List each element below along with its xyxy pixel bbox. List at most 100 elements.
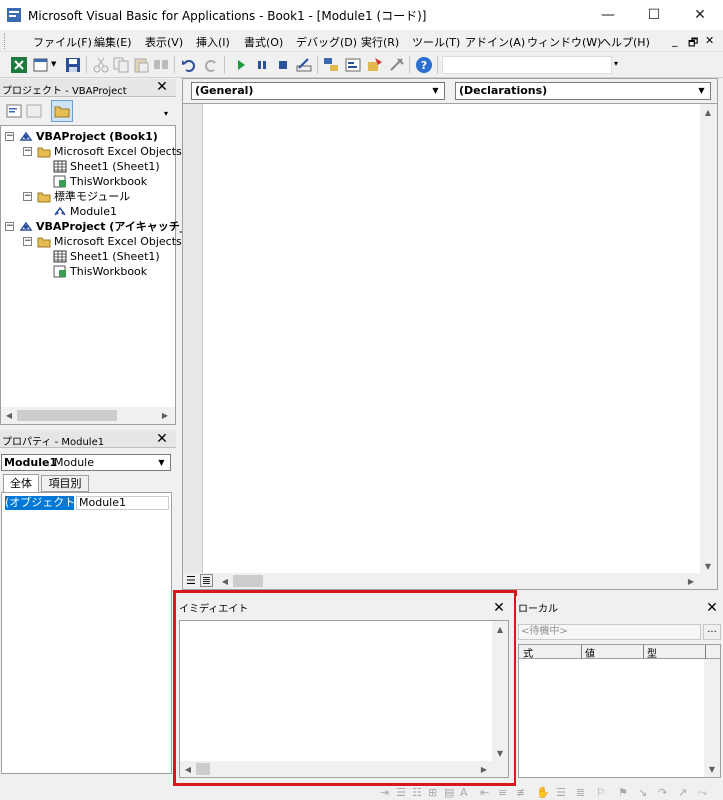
scroll-left-icon[interactable]: ◀ [1,407,17,423]
code-editor[interactable]: ▲ ▼ [183,103,717,574]
view-object-icon[interactable] [26,103,42,119]
tree-item[interactable]: Sheet1 (Sheet1) [70,159,160,174]
scroll-up-icon[interactable]: ▲ [700,104,716,120]
tab-alphabetic[interactable]: 全体 [3,474,39,492]
tree-item[interactable]: VBAProject (アイキャッチ_ [36,219,185,234]
project-hscrollbar[interactable]: ◀ ▶ [1,407,175,424]
column-value[interactable]: 値 [585,645,595,660]
find-icon[interactable] [152,56,170,74]
scroll-down-icon[interactable]: ▼ [704,761,720,777]
comment-icon[interactable]: ≡ [498,786,510,799]
paste-icon[interactable] [132,56,150,74]
tree-expander-icon[interactable]: − [23,147,32,156]
design-mode-icon[interactable] [295,56,313,74]
step-over-icon[interactable]: ↷ [658,786,670,799]
tree-item[interactable]: Microsoft Excel Objects [54,144,182,159]
menu-window[interactable]: ウィンドウ(W) [527,34,601,50]
view-code-icon[interactable] [6,103,22,119]
project-toolbar-more-icon[interactable]: ▾ [164,109,174,123]
break-icon[interactable] [253,56,271,74]
excel-icon[interactable] [10,56,28,74]
tree-expander-icon[interactable]: − [5,222,14,231]
properties-close-icon[interactable]: ✕ [154,431,170,447]
scroll-thumb[interactable] [17,410,117,421]
column-divider[interactable] [581,645,582,659]
tree-expander-icon[interactable]: − [23,192,32,201]
margin-indicator-bar[interactable] [183,104,203,574]
indent-icon[interactable]: ⇥ [380,786,392,799]
outdent-icon[interactable]: ⇤ [480,786,492,799]
column-divider[interactable] [643,645,644,659]
chevron-down-icon[interactable]: ▼ [428,83,443,98]
child-minimize-button[interactable]: _ [672,34,678,47]
redo-icon[interactable] [202,56,220,74]
scroll-right-icon[interactable]: ▶ [683,573,699,589]
tab-categorized[interactable]: 項目別 [41,475,89,492]
list-icon[interactable]: ☰ [396,786,408,799]
insert-module-icon[interactable] [32,56,50,74]
tree-item[interactable]: Sheet1 (Sheet1) [70,249,160,264]
toolbar-options-icon[interactable]: ▾ [614,59,618,68]
complete-word-icon[interactable]: A [460,786,472,799]
locals-vscrollbar[interactable]: ▼ [704,659,720,777]
tree-item[interactable]: 標準モジュール [54,189,130,204]
tree-item[interactable]: ThisWorkbook [70,174,147,189]
code-vscrollbar[interactable]: ▲ ▼ [700,104,717,574]
code-hscrollbar[interactable]: ☰ ≣ ◀ ▶ [183,573,717,589]
object-browser-icon[interactable] [366,56,384,74]
clear-bookmarks-icon[interactable]: ⚑ [618,786,630,799]
uncomment-icon[interactable]: ≢ [516,786,528,799]
scroll-right-icon[interactable]: ▶ [157,407,173,423]
scroll-down-icon[interactable]: ▼ [700,558,716,574]
next-bookmark-icon[interactable]: ≣ [576,786,588,799]
undo-icon[interactable] [180,56,198,74]
maximize-button[interactable]: ☐ [631,0,677,30]
menu-view[interactable]: 表示(V) [145,34,183,50]
previous-bookmark-icon[interactable]: ⚐ [596,786,608,799]
save-icon[interactable] [64,56,82,74]
reset-icon[interactable] [274,56,292,74]
child-close-button[interactable]: ✕ [705,34,714,47]
tree-item[interactable]: VBAProject (Book1) [36,129,158,144]
locals-close-icon[interactable]: ✕ [704,600,720,616]
chevron-down-icon[interactable]: ▼ [154,455,169,470]
menu-insert[interactable]: 挿入(I) [196,34,230,50]
help-icon[interactable]: ? [415,56,433,74]
menu-file[interactable]: ファイル(F) [33,34,92,50]
list-constants-icon[interactable]: ☷ [412,786,424,799]
object-combo[interactable]: (General) ▼ [191,82,445,100]
procedure-combo[interactable]: (Declarations) ▼ [455,82,711,100]
child-restore-button[interactable]: 🗗 [688,34,698,53]
minimize-button[interactable]: — [585,0,631,30]
properties-object-combo[interactable]: Module1 Module ▼ [1,454,171,471]
toggle-bookmark-icon[interactable]: ☰ [556,786,568,799]
cut-icon[interactable] [92,56,110,74]
run-to-cursor-icon[interactable]: ⤳ [698,786,710,799]
run-icon[interactable] [232,56,250,74]
call-stack-button[interactable]: ... [703,624,721,640]
quick-info-icon[interactable]: ⊞ [428,786,440,799]
copy-icon[interactable] [112,56,130,74]
menu-addins[interactable]: アドイン(A) [465,34,525,50]
properties-icon[interactable] [344,56,362,74]
tree-expander-icon[interactable]: − [23,237,32,246]
menu-edit[interactable]: 編集(E) [94,34,132,50]
chevron-down-icon[interactable]: ▼ [694,83,709,98]
procedure-view-icon[interactable]: ☰ [186,574,196,587]
toolbox-icon[interactable] [388,56,406,74]
toggle-breakpoint-icon[interactable]: ✋ [536,786,550,799]
dropdown-arrow-icon[interactable]: ▼ [51,60,56,68]
menu-debug[interactable]: デバッグ(D) [296,34,357,50]
scroll-left-icon[interactable]: ◀ [217,573,233,589]
menu-format[interactable]: 書式(O) [244,34,283,50]
full-module-view-icon[interactable]: ≣ [200,574,213,587]
scroll-thumb[interactable] [233,575,263,587]
tree-item[interactable]: ThisWorkbook [70,264,147,279]
column-type[interactable]: 型 [647,645,657,660]
tree-expander-icon[interactable]: − [5,132,14,141]
toggle-folders-button[interactable] [51,100,73,122]
menu-tools[interactable]: ツール(T) [412,34,460,50]
column-divider[interactable] [705,645,706,659]
project-close-icon[interactable]: ✕ [154,79,170,95]
menu-grip[interactable] [4,33,8,49]
